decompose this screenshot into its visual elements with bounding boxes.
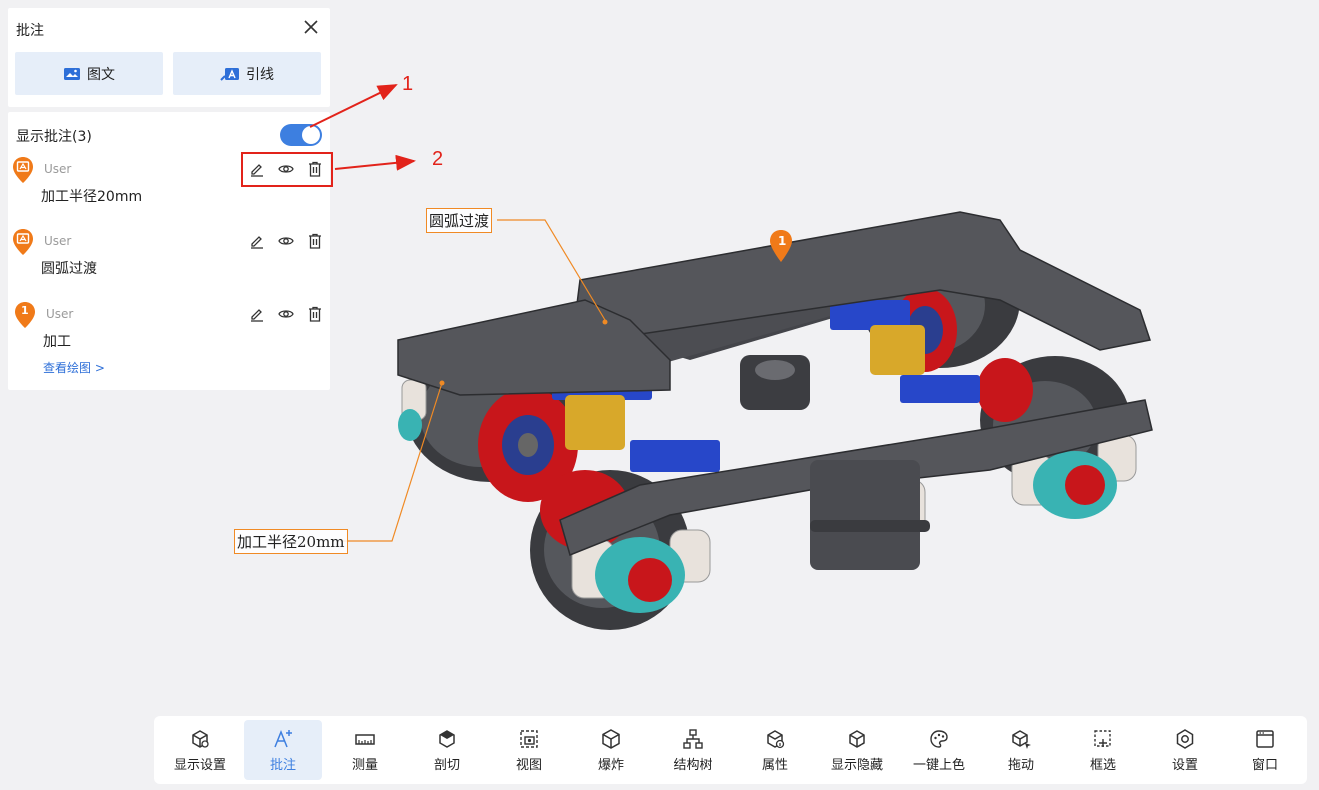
image-text-mode-button[interactable]: 图文 (15, 52, 163, 95)
tool-box-select[interactable]: 框选 (1064, 720, 1142, 780)
close-icon[interactable] (302, 18, 320, 36)
visibility-cube-icon (849, 730, 865, 748)
tool-label: 视图 (515, 758, 542, 773)
model-viewport[interactable] (340, 190, 1180, 650)
tool-display-settings[interactable]: 显示设置 (161, 720, 239, 780)
tool-view[interactable]: 视图 (490, 720, 568, 780)
tool-section[interactable]: 剖切 (408, 720, 486, 780)
delete-icon[interactable] (306, 232, 324, 250)
section-cube-icon (439, 730, 455, 748)
move-cube-icon (1012, 730, 1031, 749)
camera-pin-icon (13, 229, 33, 255)
panel-title: 批注 (16, 23, 44, 39)
info-cube-icon (767, 730, 785, 749)
annotation-icon (274, 729, 292, 748)
toggle-knob (302, 126, 320, 144)
tool-label: 显示隐藏 (830, 758, 883, 773)
motor-hanger (810, 460, 920, 570)
show-annotations-toggle[interactable] (280, 124, 322, 146)
center-pivot (755, 360, 795, 380)
palette-icon (930, 730, 948, 748)
annotation-text: 圆弧过渡 (41, 261, 97, 277)
view-drawing-link[interactable]: 查看绘图 > (43, 359, 105, 376)
tool-label: 拖动 (1007, 758, 1034, 773)
settings-icon (1176, 729, 1194, 749)
pin-number: 1 (21, 304, 29, 317)
tool-label: 测量 (351, 758, 378, 773)
tool-annotation[interactable]: 批注 (244, 720, 322, 780)
annotation-item[interactable]: User 圆弧过渡 (8, 228, 330, 298)
annotation-panel-header: 批注 图文 引线 (8, 8, 330, 107)
model-pin-number: 1 (778, 234, 787, 248)
tool-label: 批注 (269, 758, 296, 773)
annotation-text: 加工半径20mm (41, 189, 143, 205)
box-select-icon (1094, 730, 1111, 747)
bottom-toolbar: 显示设置 批注 测量 剖切 视图 爆炸 结构树 属性 显示隐藏 一键上色 拖动 (154, 716, 1307, 784)
tool-drag[interactable]: 拖动 (982, 720, 1060, 780)
tool-structure-tree[interactable]: 结构树 (654, 720, 732, 780)
tool-label: 爆炸 (597, 758, 624, 773)
tool-label: 一键上色 (912, 758, 965, 773)
tool-label: 剖切 (433, 758, 460, 773)
callout-highlight-box (241, 152, 333, 187)
callout-number-2: 2 (432, 148, 444, 170)
explode-icon (602, 729, 620, 749)
leader-mode-button[interactable]: 引线 (173, 52, 321, 95)
edit-icon[interactable] (248, 232, 266, 250)
annotation-author: User (46, 307, 74, 321)
window-icon (1256, 730, 1274, 748)
leader-mode-label: 引线 (246, 66, 274, 83)
eye-icon[interactable] (277, 232, 295, 250)
tool-one-click-color[interactable]: 一键上色 (900, 720, 978, 780)
image-text-mode-label: 图文 (87, 66, 115, 83)
delete-icon[interactable] (306, 305, 324, 323)
anchor-point (439, 380, 445, 386)
tool-label: 属性 (761, 758, 788, 773)
camera-pin-icon (13, 157, 33, 183)
show-annotations-label: 显示批注(3) (16, 129, 92, 145)
model-label-arc-transition[interactable]: 圆弧过渡 (426, 208, 493, 233)
eye-icon[interactable] (277, 305, 295, 323)
anchor-point (602, 319, 608, 325)
edit-icon[interactable] (248, 305, 266, 323)
tool-window[interactable]: 窗口 (1226, 720, 1304, 780)
shock-bar (810, 520, 930, 532)
tool-settings[interactable]: 设置 (1146, 720, 1224, 780)
annotation-author: User (44, 162, 72, 176)
annotation-text: 加工 (43, 334, 71, 350)
model-label-machining-radius[interactable]: 加工半径20mm (234, 529, 348, 554)
view-icon (520, 730, 538, 748)
tool-label: 显示设置 (173, 758, 226, 773)
tool-label: 结构树 (673, 758, 713, 773)
tool-measure[interactable]: 测量 (326, 720, 404, 780)
annotation-author: User (44, 234, 72, 248)
tool-label: 设置 (1171, 758, 1198, 773)
tool-properties[interactable]: 属性 (736, 720, 814, 780)
leader-icon (220, 67, 239, 81)
callout-arrow-2 (334, 154, 416, 171)
tree-icon (683, 729, 703, 749)
tool-label: 框选 (1089, 758, 1116, 773)
annotation-item[interactable]: 1 User 加工 查看绘图 > (8, 301, 330, 381)
tool-label: 窗口 (1251, 758, 1278, 773)
image-text-icon (64, 67, 80, 80)
callout-number-1: 1 (402, 73, 414, 95)
cube-gear-icon (192, 730, 209, 748)
ruler-icon (355, 734, 375, 745)
tool-explode[interactable]: 爆炸 (572, 720, 650, 780)
tool-show-hide[interactable]: 显示隐藏 (818, 720, 896, 780)
